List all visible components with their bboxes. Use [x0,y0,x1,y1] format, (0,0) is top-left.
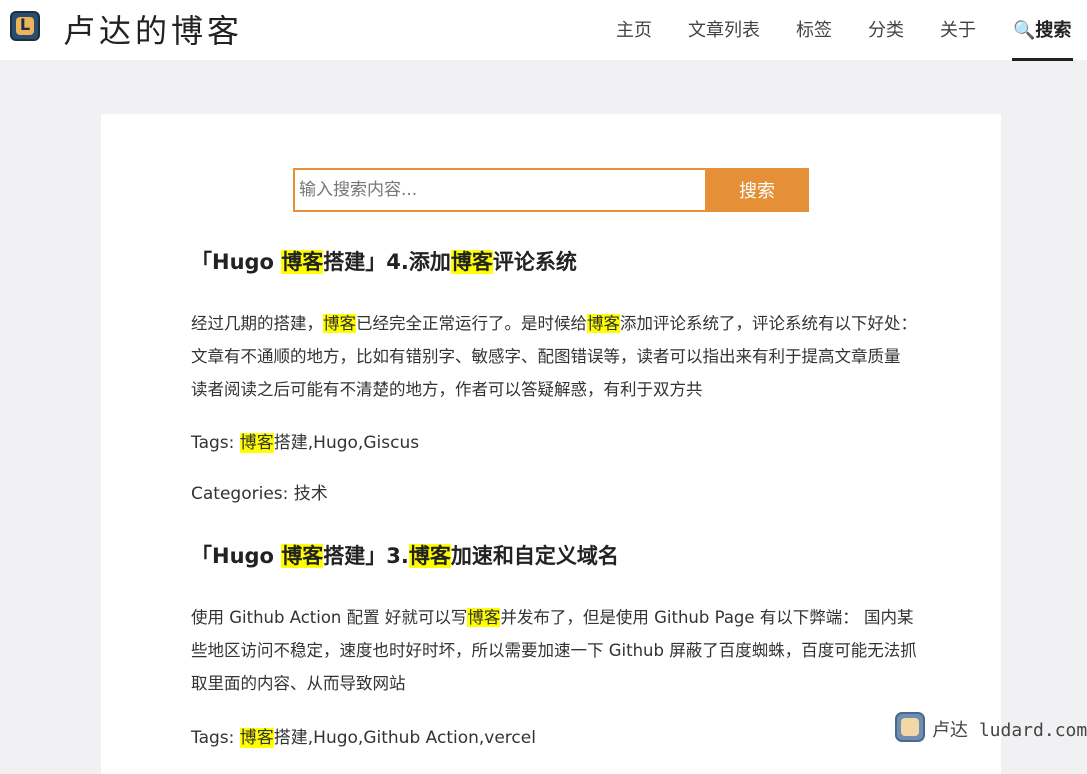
search-input[interactable] [293,168,705,212]
result-tags: Tags: 博客搭建,Hugo,Giscus [191,428,921,453]
title-text: 加速和自定义域名 [450,544,619,568]
tags-label: Tags: [191,433,240,453]
result-summary-block: 使用 Github Action 配置 好就可以写博客并发布了，但是使用 Git… [191,601,921,700]
keyword-highlight: 博客 [323,314,356,333]
logo-icon[interactable]: L [10,11,40,41]
keyword-highlight: 博客 [408,544,451,568]
category-link[interactable]: 技术 [294,484,328,504]
result-title[interactable]: 「Hugo 博客搭建」4.添加博客评论系统 [191,246,921,276]
title-text: 评论系统 [492,250,577,274]
result-tags: Tags: 博客搭建,Hugo,Github Action,vercel [191,723,921,748]
nav-active-indicator [1012,58,1073,61]
result-summary: 经过几期的搭建，博客已经完全正常运行了。是时候给博客添加评论系统了，评论系统有以… [191,314,917,399]
keyword-highlight: 博客 [281,544,324,568]
keyword-highlight: 博客 [467,608,501,627]
title-text: 搭建」3. [323,544,409,568]
search-button[interactable]: 搜索 [705,168,809,212]
result-categories: Categories: 技术 [191,479,921,504]
keyword-highlight: 博客 [450,250,493,274]
search-form: 搜索 [293,168,809,212]
search-result: 「Hugo 博客搭建」4.添加博客评论系统 [191,246,921,276]
nav-item-home[interactable]: 主页 [616,16,652,42]
tags-list[interactable]: 搭建,Hugo,Github Action,vercel [274,728,536,748]
title-text: 搭建」4.添加 [323,250,451,274]
categories-label: Categories: [191,484,294,504]
search-result: 「Hugo 博客搭建」3.博客加速和自定义域名 [191,540,921,570]
nav-item-tags[interactable]: 标签 [796,16,832,42]
keyword-highlight: 博客 [281,250,324,274]
nav-item-articles[interactable]: 文章列表 [688,16,760,42]
site-title[interactable]: 卢达的博客 [63,6,243,52]
keyword-highlight: 博客 [587,314,620,333]
keyword-highlight[interactable]: 博客 [239,433,274,453]
tags-list[interactable]: 搭建,Hugo,Giscus [274,433,419,453]
result-summary-block: 经过几期的搭建，博客已经完全正常运行了。是时候给博客添加评论系统了，评论系统有以… [191,307,921,406]
nav-item-search[interactable]: 🔍搜索 [1013,16,1071,42]
title-text: 「Hugo [191,544,282,568]
result-title[interactable]: 「Hugo 博客搭建」3.博客加速和自定义域名 [191,540,921,570]
title-text: 「Hugo [191,250,282,274]
nav-item-categories[interactable]: 分类 [868,16,904,42]
watermark-text: 卢达 ludard.com [932,720,1087,741]
nav-item-about[interactable]: 关于 [940,16,976,42]
watermark-logo-icon [895,712,925,742]
site-header: L 卢达的博客 主页 文章列表 标签 分类 关于 🔍搜索 [0,0,1087,61]
result-summary: 使用 Github Action 配置 好就可以写博客并发布了，但是使用 Git… [191,608,917,693]
tags-label: Tags: [191,728,240,748]
logo-letter: L [19,15,31,34]
keyword-highlight[interactable]: 博客 [239,728,274,748]
